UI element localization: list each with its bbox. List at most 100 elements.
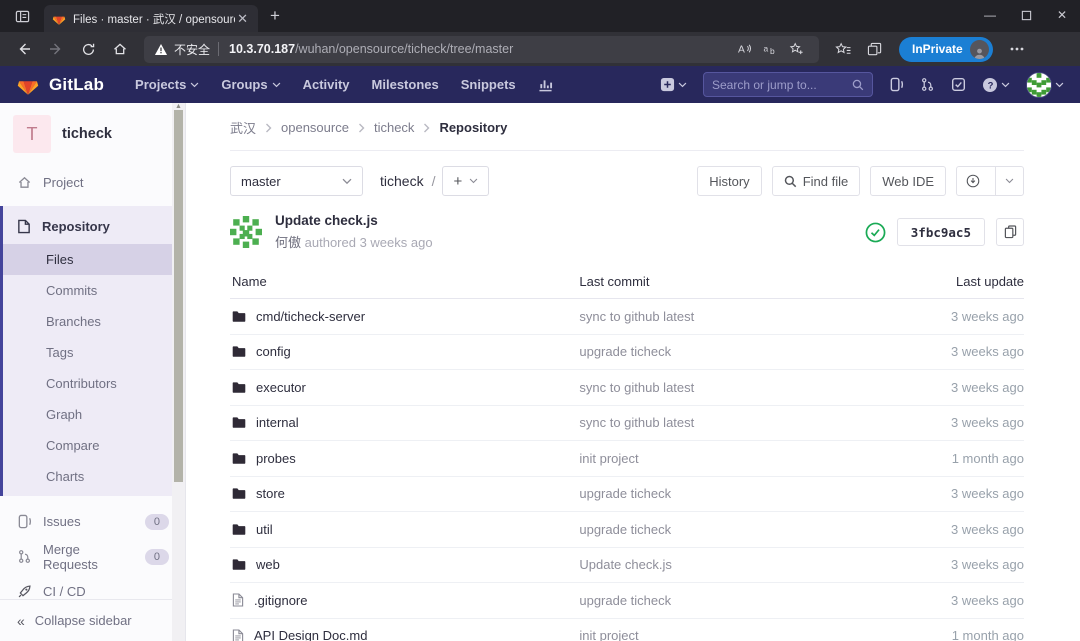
table-row[interactable]: webUpdate check.js3 weeks ago xyxy=(230,548,1024,584)
add-favorite-icon[interactable] xyxy=(783,42,809,56)
gitlab-brand[interactable]: GitLab xyxy=(49,75,104,95)
repo-path-root[interactable]: ticheck xyxy=(380,173,424,189)
file-name-link[interactable]: API Design Doc.md xyxy=(254,628,367,641)
search-input[interactable] xyxy=(712,78,852,92)
pipeline-passed-icon[interactable] xyxy=(865,222,886,243)
sidebar-item-charts[interactable]: Charts xyxy=(3,461,185,492)
user-menu[interactable] xyxy=(1026,72,1064,98)
url-text[interactable]: 10.3.70.187/wuhan/opensource/ticheck/tre… xyxy=(229,42,731,56)
breadcrumb-group[interactable]: 武汉 xyxy=(230,118,256,137)
commit-author-avatar[interactable] xyxy=(230,216,262,248)
sidebar-item-merge-requests[interactable]: Merge Requests 0 xyxy=(0,539,185,574)
forward-icon[interactable] xyxy=(42,35,70,63)
translate-icon[interactable]: ab xyxy=(757,42,783,56)
refresh-icon[interactable] xyxy=(74,35,102,63)
sidebar-project-header[interactable]: T ticheck xyxy=(0,103,185,165)
tab-close-icon[interactable]: ✕ xyxy=(235,12,250,25)
nav-item-activity[interactable]: Activity xyxy=(303,77,350,92)
branch-selector[interactable]: master xyxy=(230,166,363,196)
window-minimize-icon[interactable]: — xyxy=(972,0,1008,30)
breadcrumb-subgroup[interactable]: opensource xyxy=(281,120,349,135)
new-tab-icon[interactable]: + xyxy=(270,6,280,26)
todos-nav-icon[interactable] xyxy=(951,77,966,92)
find-file-button[interactable]: Find file xyxy=(772,166,861,196)
read-aloud-icon[interactable]: A xyxy=(731,42,757,56)
file-name-link[interactable]: config xyxy=(256,344,291,359)
sidebar-item-contributors[interactable]: Contributors xyxy=(3,368,185,399)
sidebar-item-commits[interactable]: Commits xyxy=(3,275,185,306)
help-menu[interactable]: ? xyxy=(982,77,1010,93)
sidebar-item-tags[interactable]: Tags xyxy=(3,337,185,368)
sidebar-item-issues[interactable]: Issues 0 xyxy=(0,504,185,539)
file-name-link[interactable]: util xyxy=(256,522,273,537)
favorites-icon[interactable] xyxy=(829,42,857,57)
table-row[interactable]: cmd/ticheck-serversync to github latest3… xyxy=(230,299,1024,335)
merge-requests-nav-icon[interactable] xyxy=(920,77,935,92)
table-row[interactable]: internalsync to github latest3 weeks ago xyxy=(230,406,1024,442)
commit-message-link[interactable]: init project xyxy=(579,628,638,641)
sidebar-scrollbar[interactable]: ▲ xyxy=(172,103,185,641)
commit-message-link[interactable]: sync to github latest xyxy=(579,380,694,395)
sidebar-scrollbar-thumb[interactable] xyxy=(174,110,183,482)
table-row[interactable]: storeupgrade ticheck3 weeks ago xyxy=(230,477,1024,513)
security-label[interactable]: 不安全 xyxy=(174,41,210,58)
gitlab-logo-icon[interactable] xyxy=(16,73,40,96)
address-bar[interactable]: 不安全 10.3.70.187/wuhan/opensource/ticheck… xyxy=(144,36,819,63)
issues-nav-icon[interactable] xyxy=(889,77,904,92)
download-options-caret[interactable] xyxy=(995,167,1023,195)
commit-message-link[interactable]: Update check.js xyxy=(579,557,672,572)
commit-message-link[interactable]: init project xyxy=(579,451,638,466)
sidebar-item-graph[interactable]: Graph xyxy=(3,399,185,430)
window-maximize-icon[interactable] xyxy=(1008,0,1044,30)
table-row[interactable]: configupgrade ticheck3 weeks ago xyxy=(230,335,1024,371)
file-name-link[interactable]: executor xyxy=(256,380,306,395)
security-warning-icon[interactable] xyxy=(154,43,168,56)
commit-message-link[interactable]: sync to github latest xyxy=(579,309,694,324)
column-name[interactable]: Name xyxy=(230,274,579,289)
history-button[interactable]: History xyxy=(697,166,761,196)
home-icon[interactable] xyxy=(106,35,134,63)
commit-message-link[interactable]: sync to github latest xyxy=(579,415,694,430)
charts-nav-icon[interactable] xyxy=(538,78,553,92)
new-dropdown-button[interactable] xyxy=(660,77,687,92)
global-search[interactable] xyxy=(703,72,873,97)
add-file-dropdown[interactable]: + xyxy=(442,166,489,196)
nav-item-projects[interactable]: Projects xyxy=(135,77,199,92)
file-name-link[interactable]: internal xyxy=(256,415,299,430)
commit-title-link[interactable]: Update check.js xyxy=(275,213,433,228)
window-close-icon[interactable]: ✕ xyxy=(1044,0,1080,30)
commit-message-link[interactable]: upgrade ticheck xyxy=(579,486,671,501)
nav-item-milestones[interactable]: Milestones xyxy=(372,77,439,92)
table-row[interactable]: .gitignoreupgrade ticheck3 weeks ago xyxy=(230,583,1024,619)
table-row[interactable]: executorsync to github latest3 weeks ago xyxy=(230,370,1024,406)
commit-message-link[interactable]: upgrade ticheck xyxy=(579,522,671,537)
sidebar-item-compare[interactable]: Compare xyxy=(3,430,185,461)
nav-item-groups[interactable]: Groups xyxy=(221,77,280,92)
web-ide-button[interactable]: Web IDE xyxy=(870,166,946,196)
collections-icon[interactable] xyxy=(861,42,889,57)
vertical-tabs-icon[interactable] xyxy=(8,4,36,28)
file-name-link[interactable]: store xyxy=(256,486,285,501)
sidebar-item-branches[interactable]: Branches xyxy=(3,306,185,337)
file-name-link[interactable]: cmd/ticheck-server xyxy=(256,309,365,324)
sidebar-item-repository[interactable]: Repository xyxy=(3,209,185,244)
sidebar-item-files[interactable]: Files xyxy=(3,244,185,275)
file-name-link[interactable]: web xyxy=(256,557,280,572)
commit-message-link[interactable]: upgrade ticheck xyxy=(579,593,671,608)
sidebar-item-project[interactable]: Project xyxy=(0,165,185,200)
collapse-sidebar-button[interactable]: « Collapse sidebar xyxy=(0,599,172,641)
back-icon[interactable] xyxy=(10,35,38,63)
more-menu-icon[interactable] xyxy=(1003,47,1031,51)
download-icon[interactable] xyxy=(957,167,989,195)
file-name-link[interactable]: probes xyxy=(256,451,296,466)
nav-item-snippets[interactable]: Snippets xyxy=(461,77,516,92)
table-row[interactable]: API Design Doc.mdinit project1 month ago xyxy=(230,619,1024,641)
browser-tab[interactable]: Files · master · 武汉 / opensourc ✕ xyxy=(44,5,258,32)
commit-author-link[interactable]: 何傲 xyxy=(275,235,301,250)
inprivate-badge[interactable]: InPrivate xyxy=(899,37,993,62)
table-row[interactable]: utilupgrade ticheck3 weeks ago xyxy=(230,512,1024,548)
commit-message-link[interactable]: upgrade ticheck xyxy=(579,344,671,359)
breadcrumb-project[interactable]: ticheck xyxy=(374,120,414,135)
file-name-link[interactable]: .gitignore xyxy=(254,593,307,608)
copy-sha-button[interactable] xyxy=(996,218,1024,246)
